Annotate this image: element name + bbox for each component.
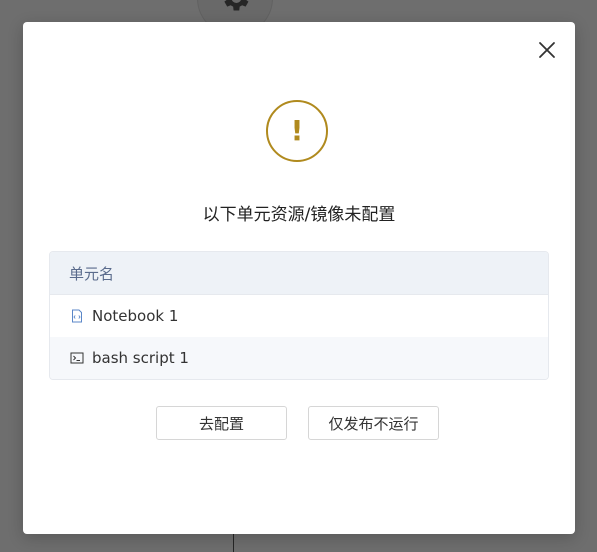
unit-name: Notebook 1 bbox=[92, 307, 179, 325]
table-row: bash script 1 bbox=[50, 337, 548, 379]
dialog-title: 以下单元资源/镜像未配置 bbox=[202, 205, 396, 225]
column-header-unit-name: 单元名 bbox=[69, 264, 115, 283]
publish-without-run-button[interactable]: 仅发布不运行 bbox=[308, 406, 439, 440]
unit-name: bash script 1 bbox=[92, 349, 189, 367]
unit-table: 单元名 Notebook 1 bash script 1 bbox=[49, 251, 549, 380]
notebook-icon bbox=[70, 309, 84, 323]
warning-symbol: ! bbox=[290, 114, 304, 147]
close-icon bbox=[539, 42, 555, 58]
close-button[interactable] bbox=[535, 38, 559, 62]
warning-icon: ! bbox=[266, 100, 328, 162]
unconfigured-units-dialog: ! 以下单元资源/镜像未配置 单元名 Notebook 1 bash scrip… bbox=[23, 22, 575, 534]
terminal-icon bbox=[70, 351, 84, 365]
table-header: 单元名 bbox=[50, 252, 548, 295]
configure-button[interactable]: 去配置 bbox=[156, 406, 287, 440]
table-row: Notebook 1 bbox=[50, 295, 548, 337]
